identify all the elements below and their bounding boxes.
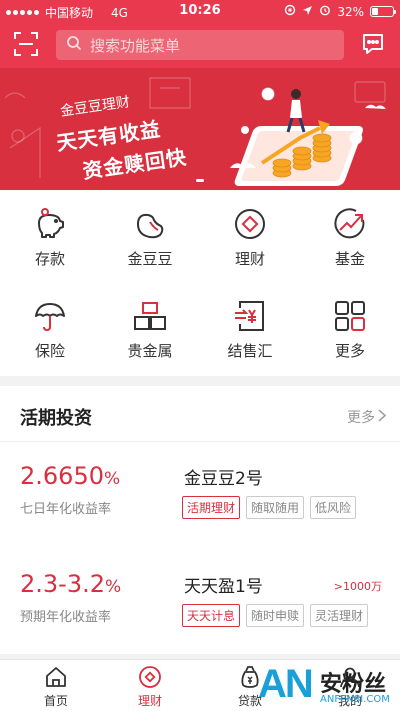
grid-icon	[332, 298, 368, 334]
product-card[interactable]: 2.3-3.2% 预期年化收益率 天天盈1号 >1000万 天天计息 随时申赎 …	[0, 560, 400, 660]
battery-icon	[370, 6, 396, 17]
tag: 灵活理财	[310, 604, 369, 627]
rate-unit: %	[103, 469, 121, 489]
chevron-right-icon	[378, 408, 387, 426]
watermark-url: ANFENSI.COM	[320, 694, 390, 705]
section-header: 活期投资 更多	[0, 386, 400, 442]
tag: 随时申赎	[246, 604, 305, 627]
menu-item-deposit[interactable]: 存款	[0, 190, 100, 280]
rate-label: 七日年化收益率	[20, 502, 112, 517]
top-bar: 中国移动 4G 10:26 32% 搜索功能菜单	[0, 0, 400, 68]
tag: 活期理财	[182, 496, 241, 519]
menu-item-more[interactable]: 更多	[300, 282, 400, 372]
menu-item-fund[interactable]: 基金	[300, 190, 400, 280]
current-investment-section: 活期投资 更多 2.6650% 七日年化收益率 金豆豆2号 活期理财 随取随用 …	[0, 386, 400, 654]
product-name: 金豆豆2号	[184, 469, 263, 489]
tag: 天天计息	[182, 604, 241, 627]
menu-item-insurance[interactable]: 保险	[0, 282, 100, 372]
menu-label: 基金	[334, 250, 365, 268]
status-bar: 中国移动 4G 10:26 32%	[0, 0, 400, 22]
more-link[interactable]: 更多	[347, 407, 387, 427]
scan-icon[interactable]	[12, 30, 40, 58]
tab-home[interactable]: 首页	[6, 660, 106, 711]
more-label: 更多	[347, 410, 375, 426]
menu-label: 金豆豆	[127, 250, 173, 268]
menu-item-forex[interactable]: 结售汇	[200, 282, 300, 372]
product-card[interactable]: 2.6650% 七日年化收益率 金豆豆2号 活期理财 随取随用 低风险	[0, 452, 400, 552]
minimum-amount: >1000万	[333, 580, 382, 593]
tab-label: 理财	[137, 694, 162, 708]
search-icon	[66, 35, 82, 55]
search-placeholder: 搜索功能菜单	[90, 36, 181, 55]
tag: 低风险	[310, 496, 357, 519]
tag: 随取随用	[246, 496, 305, 519]
exchange-icon	[232, 298, 268, 334]
battery-percent: 32%	[337, 4, 364, 19]
menu-label: 贵金属	[127, 342, 173, 360]
menu-item-wealth[interactable]: 理财	[200, 190, 300, 280]
product-tags: 天天计息 随时申赎 灵活理财	[182, 604, 369, 627]
tab-finance[interactable]: 理财	[100, 660, 200, 711]
header: 搜索功能菜单	[0, 26, 400, 64]
rate-value: 2.6650	[20, 462, 104, 490]
home-icon	[44, 665, 68, 689]
menu-label: 结售汇	[227, 342, 273, 360]
coin-icon	[232, 206, 268, 242]
search-input[interactable]: 搜索功能菜单	[56, 30, 344, 60]
menu-label: 更多	[334, 342, 365, 360]
bean-icon	[132, 206, 168, 242]
finance-icon	[138, 665, 162, 689]
tab-label: 首页	[43, 694, 68, 708]
piggy-bank-icon	[32, 206, 68, 242]
quick-menu: 存款 金豆豆 理财 基金 保险 贵金属 结售汇 更多	[0, 190, 400, 376]
menu-label: 保险	[34, 342, 65, 360]
orientation-lock-icon	[284, 4, 296, 19]
trend-up-icon	[332, 206, 368, 242]
section-title: 活期投资	[20, 408, 92, 429]
menu-item-precious-metal[interactable]: 贵金属	[100, 282, 200, 372]
alarm-icon	[319, 4, 331, 19]
umbrella-icon	[32, 298, 68, 334]
carousel-indicator	[196, 179, 204, 182]
product-rate: 2.6650%	[20, 462, 120, 490]
location-icon	[302, 5, 313, 19]
rate-label: 预期年化收益率	[20, 610, 112, 625]
rate-unit: %	[105, 577, 122, 597]
menu-label: 理财	[234, 250, 265, 268]
product-tags: 活期理财 随取随用 低风险	[182, 496, 357, 519]
promo-banner[interactable]: 金豆豆理财 天天有收益 资金赎回快	[0, 68, 400, 190]
gold-bars-icon	[132, 298, 168, 334]
watermark-logo: AN 安粉丝 ANFENSI.COM	[258, 662, 400, 711]
rate-value: 2.3-3.2	[20, 570, 105, 598]
menu-item-jindoudou[interactable]: 金豆豆	[100, 190, 200, 280]
product-name: 天天盈1号	[184, 577, 263, 597]
menu-label: 存款	[34, 250, 65, 268]
product-rate: 2.3-3.2%	[20, 570, 121, 598]
message-icon[interactable]	[360, 31, 388, 59]
watermark-an: AN	[258, 662, 314, 706]
